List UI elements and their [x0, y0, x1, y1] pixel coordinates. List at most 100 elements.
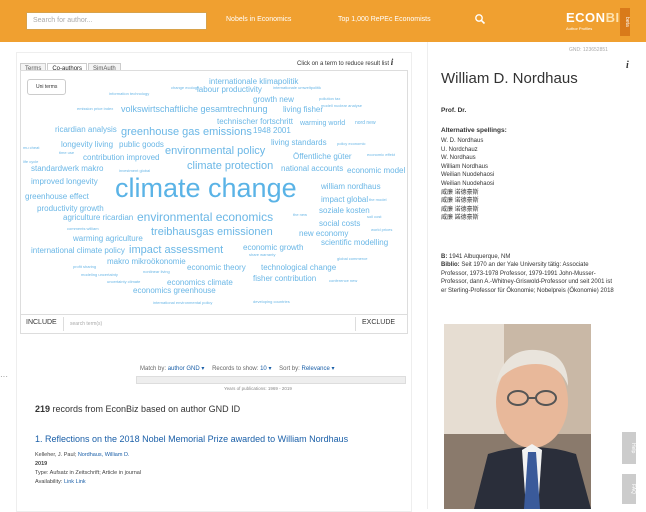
cloud-term[interactable]: living fisher — [283, 106, 323, 114]
nav-nobels-link[interactable]: Nobels in Economics — [226, 16, 291, 23]
cloud-term[interactable]: economic growth — [243, 244, 303, 252]
match-label: Match by: — [140, 366, 167, 372]
cloud-term[interactable]: information technology — [109, 92, 149, 96]
econbiz-logo[interactable]: ECONBIZ — [566, 10, 628, 25]
alt-spelling: 威廉 諾德豪斯 — [441, 215, 479, 222]
cloud-term[interactable]: modell nuclear analyse — [321, 104, 362, 108]
result-author-link[interactable]: Nordhaus, William D. — [78, 452, 130, 458]
cloud-term[interactable]: ricardian analysis — [55, 126, 117, 134]
cloud-term[interactable]: nonlinear living — [143, 270, 170, 274]
cloud-term[interactable]: technischer fortschritt — [217, 118, 293, 126]
author-title: Prof. Dr. — [441, 107, 467, 114]
cloud-term[interactable]: the model — [369, 198, 387, 202]
cloud-term[interactable]: Öffentliche güter — [293, 153, 352, 161]
cloud-term[interactable]: mu cheat — [23, 146, 39, 150]
cloud-term[interactable]: soziale kosten — [319, 207, 370, 215]
cloud-term[interactable]: impact global — [321, 196, 368, 204]
result-title-link[interactable]: 1. Reflections on the 2018 Nobel Memoria… — [35, 434, 348, 444]
cloud-term[interactable]: climate change — [115, 175, 297, 202]
cloud-term[interactable]: longevity living — [61, 141, 113, 149]
match-value: author GND — [167, 366, 200, 372]
cloud-term[interactable]: nord new — [355, 121, 376, 126]
uni-terms-button[interactable]: Uni terms — [27, 79, 67, 95]
cloud-term[interactable]: public goods — [119, 141, 164, 149]
cloud-term[interactable]: share warranty — [249, 253, 275, 257]
cloud-term[interactable]: labour productivity — [197, 86, 262, 94]
cloud-term[interactable]: climate protection — [187, 161, 273, 172]
cloud-term[interactable]: national accounts — [281, 165, 343, 173]
cloud-term[interactable]: policy economic — [337, 142, 365, 146]
cloud-term[interactable]: warming world — [300, 120, 345, 127]
cloud-term[interactable]: scientific modelling — [321, 239, 388, 247]
cloud-term[interactable]: the new — [293, 213, 307, 217]
cloud-term[interactable]: environmental policy — [165, 146, 265, 157]
beta-badge: beta — [620, 8, 630, 36]
cloud-term[interactable]: developing countries — [253, 300, 290, 304]
term-search-input[interactable]: search term(s) — [63, 317, 356, 331]
years-slider[interactable] — [136, 376, 406, 384]
cloud-term[interactable]: 1948 2001 — [253, 127, 291, 135]
cloud-tabs: Terms Co-authors SimAuth — [20, 57, 122, 75]
cloud-term[interactable]: economic model — [347, 167, 405, 175]
cloud-term[interactable]: global commerce — [337, 257, 367, 261]
cloud-term[interactable]: standardwerk makro — [31, 165, 103, 173]
result-author-text: Kelleher, J. Paul; — [35, 452, 78, 458]
cloud-term[interactable]: change ecology — [171, 86, 199, 90]
sort-label: Sort by: — [279, 366, 300, 372]
cloud-term[interactable]: internationale umweltpolitik — [273, 86, 321, 90]
cloud-term[interactable]: greenhouse gas emissions — [121, 127, 252, 138]
profile-info-icon[interactable]: i — [626, 60, 629, 71]
cloud-term[interactable]: volkswirtschaftliche gesamtrechnung — [121, 105, 268, 114]
cloud-term[interactable]: contribution improved — [83, 154, 159, 162]
cloud-term[interactable]: makro mikroökonomie — [107, 258, 186, 266]
records-select[interactable]: 10 ▾ — [260, 366, 271, 372]
cloud-term[interactable]: improved longevity — [31, 178, 98, 186]
cloud-term[interactable]: international climate policy — [31, 247, 125, 255]
born-label: B: — [441, 254, 448, 260]
cloud-term[interactable]: world prices — [371, 228, 392, 232]
cloud-term[interactable]: economics greenhouse — [133, 287, 216, 295]
cloud-term[interactable]: treibhausgas emissionen — [151, 227, 273, 238]
cloud-term[interactable]: profit sharing — [73, 265, 96, 269]
cloud-term[interactable]: greenhouse effect — [25, 193, 89, 201]
nav-top-economists-link[interactable]: Top 1,000 RePEc Economists — [338, 16, 431, 23]
match-select[interactable]: author GND ▾ — [168, 366, 205, 372]
cloud-term[interactable]: emission price index — [77, 107, 113, 111]
sort-select[interactable]: Relevance ▾ — [302, 366, 335, 372]
alt-spelling: 威廉 诺德豪斯 — [441, 206, 479, 213]
cloud-term[interactable]: new economy — [299, 230, 348, 238]
cloud-term[interactable]: time use — [59, 151, 74, 155]
cloud-term[interactable]: fisher contribution — [253, 275, 316, 283]
alt-spelling: W. Nordhaus — [441, 155, 476, 162]
alt-spelling: Weilian Nuodehaosi — [441, 172, 495, 179]
logo-main: ECON — [566, 10, 606, 25]
records-value: 10 — [260, 366, 267, 372]
faq-tab[interactable]: FAQ — [622, 474, 636, 504]
cloud-term[interactable]: soil cost — [367, 215, 381, 219]
cloud-term[interactable]: agriculture ricardian — [63, 214, 133, 222]
cloud-term[interactable]: environmental economics — [137, 211, 273, 223]
cloud-term[interactable]: pollution tax — [319, 97, 340, 101]
cloud-term[interactable]: impact assessment — [129, 245, 223, 256]
exclude-button[interactable]: EXCLUDE — [362, 319, 395, 326]
cloud-term[interactable]: international environmental policy — [153, 301, 212, 305]
cloud-term[interactable]: technological change — [261, 264, 336, 272]
search-icon[interactable] — [474, 13, 486, 25]
cloud-term[interactable]: uncertainty climate — [107, 280, 140, 284]
info-icon[interactable]: i — [391, 57, 394, 67]
cloud-term[interactable]: william nordhaus — [321, 183, 381, 191]
cloud-term[interactable]: modeling uncertainty — [81, 273, 118, 277]
cloud-term[interactable]: conference new — [329, 279, 357, 283]
cloud-term[interactable]: social costs — [319, 220, 360, 228]
author-search-input[interactable]: Search for author... — [26, 12, 207, 30]
cloud-term[interactable]: economic effekt — [367, 153, 395, 157]
cloud-term[interactable]: living standards — [271, 139, 327, 147]
cloud-term[interactable]: comments william — [67, 227, 99, 231]
cloud-term[interactable]: productivity growth — [37, 205, 104, 213]
include-button[interactable]: INCLUDE — [26, 319, 57, 326]
availability-link[interactable]: Link Link — [64, 479, 86, 485]
cloud-term[interactable]: growth new — [253, 96, 294, 104]
cloud-term[interactable]: warming agriculture — [73, 235, 143, 243]
cloud-term[interactable]: economic theory — [187, 264, 246, 272]
help-tab[interactable]: Help — [622, 432, 636, 464]
